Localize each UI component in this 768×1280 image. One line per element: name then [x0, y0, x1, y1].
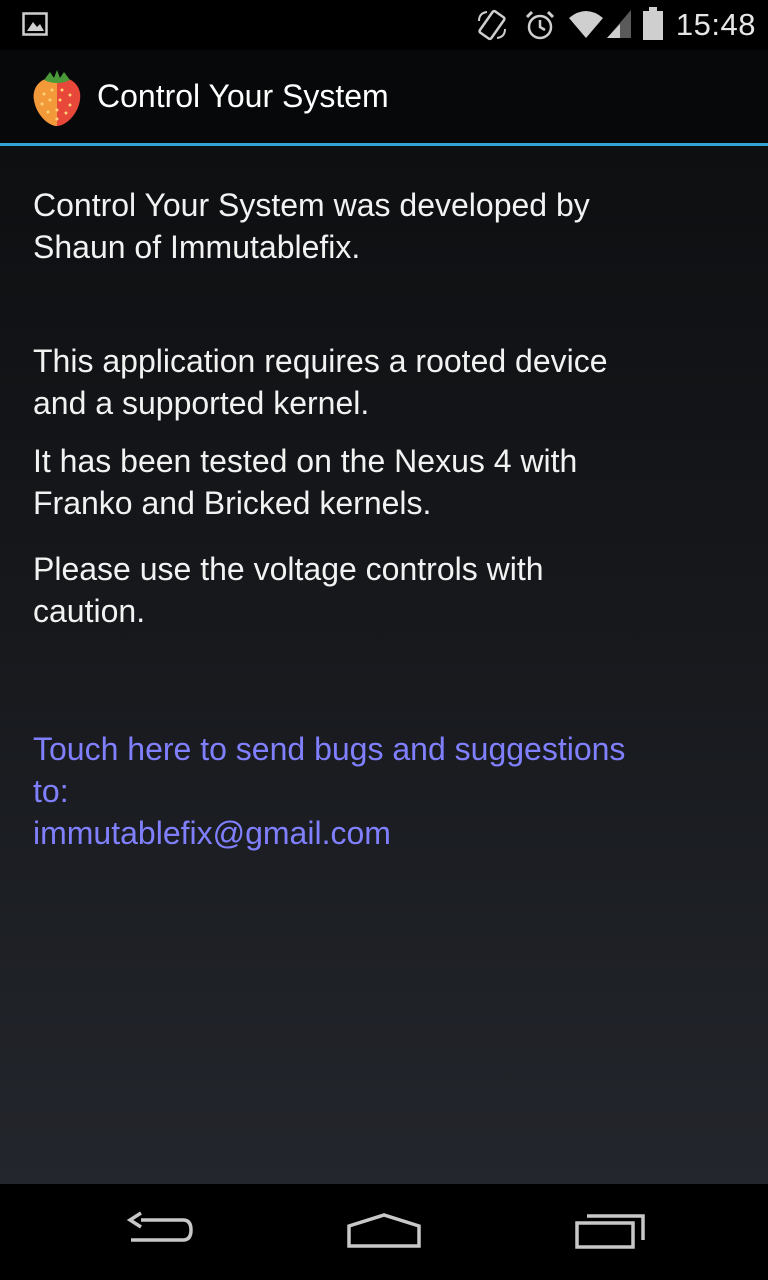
status-bar: 15:48 [0, 0, 768, 50]
home-icon [346, 1210, 422, 1255]
contact-email-link[interactable]: Touch here to send bugs and suggestions … [33, 728, 733, 854]
strawberry-icon[interactable] [30, 68, 84, 133]
battery-icon [642, 7, 664, 46]
developer-paragraph: Control Your System was developed by Sha… [33, 187, 590, 265]
recents-button[interactable] [550, 1202, 670, 1262]
about-content: Control Your System was developed by Sha… [0, 146, 768, 1184]
recents-icon [574, 1210, 646, 1255]
caution-paragraph: Please use the voltage controls with cau… [33, 551, 544, 629]
requirements-paragraph: This application requires a rooted devic… [33, 343, 608, 421]
contact-link-line2: to: [33, 773, 69, 809]
alarm-icon [524, 9, 556, 46]
cell-signal-icon [606, 9, 632, 44]
back-button[interactable] [100, 1202, 220, 1262]
back-icon [125, 1210, 195, 1255]
screen: 15:48 Control Your System Control Your S… [0, 0, 768, 1280]
wifi-icon [568, 9, 604, 44]
navigation-bar [0, 1184, 768, 1280]
image-notification-icon [22, 12, 48, 41]
contact-link-line1: Touch here to send bugs and suggestions [33, 731, 626, 767]
home-button[interactable] [324, 1202, 444, 1262]
tested-paragraph: It has been tested on the Nexus 4 with F… [33, 443, 578, 521]
action-bar: Control Your System [0, 50, 768, 143]
screen-rotation-icon [476, 9, 508, 46]
status-clock: 15:48 [675, 7, 756, 42]
contact-email: immutablefix@gmail.com [33, 815, 391, 851]
action-bar-title: Control Your System [97, 78, 389, 114]
